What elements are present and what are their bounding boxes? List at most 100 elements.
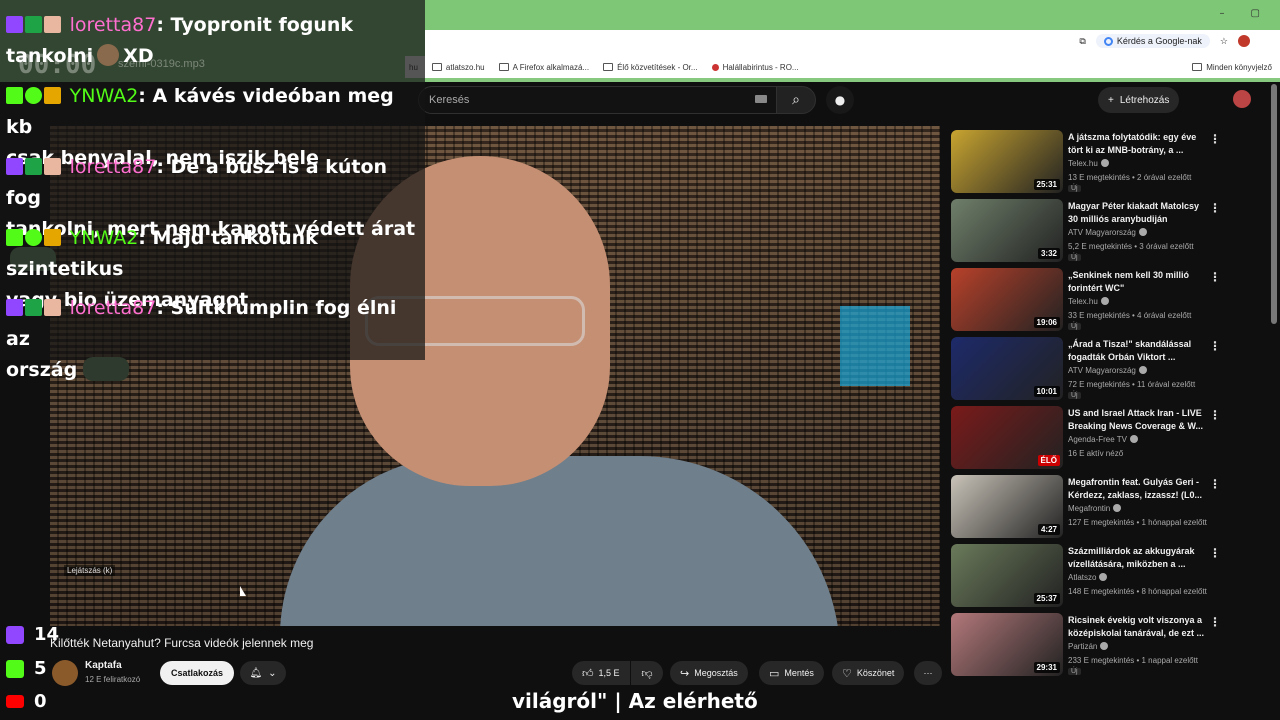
recommendation-title[interactable]: Magyar Péter kiakadt Matolcsy 30 milliós… — [1068, 200, 1208, 226]
more-options-icon[interactable]: ⋮ — [1209, 477, 1221, 491]
channel-label: Agenda-Free TV — [1068, 435, 1127, 444]
like-count: 1,5 E — [598, 668, 620, 678]
share-icon: ↪ — [680, 667, 690, 680]
person-badge-icon — [44, 158, 61, 175]
bookmark-label: Minden könyvjelző — [1206, 62, 1272, 72]
youtube-icon — [6, 695, 24, 708]
recommendation-item[interactable]: 25:31 A játszma folytatódik: egy éve tört… — [951, 130, 1269, 196]
news-ticker: világról" | Az elérhető — [512, 689, 758, 713]
thanks-button[interactable]: ♡ Köszönet — [832, 661, 905, 685]
recommendation-meta: 16 E aktív néző — [1068, 449, 1124, 458]
channel-avatar[interactable] — [52, 660, 78, 686]
more-options-icon[interactable]: ⋮ — [1209, 615, 1221, 629]
video-thumbnail[interactable]: 19:06 — [951, 268, 1063, 331]
recommendation-item[interactable]: 19:06 „Senkinek nem kell 30 millió forint… — [951, 268, 1269, 334]
subscriber-count: 12 E feliratkozó — [85, 675, 141, 684]
bookmark-item[interactable]: Halállabirintus - RO... — [711, 63, 799, 72]
person-badge-icon — [44, 299, 61, 316]
thanks-label: Köszönet — [856, 668, 895, 678]
recommendation-title[interactable]: „Árad a Tisza!" skandálással fogadták Or… — [1068, 338, 1208, 364]
more-options-icon[interactable]: ⋮ — [1209, 270, 1221, 284]
recommendation-title[interactable]: „Senkinek nem kell 30 millió forintért W… — [1068, 269, 1208, 295]
new-badge: Új — [1068, 254, 1081, 261]
join-button[interactable]: Csatlakozás — [160, 661, 235, 685]
presenter-shirt — [280, 456, 840, 626]
recommendation-title[interactable]: Megafrontin feat. Gulyás Geri - Kérdezz,… — [1068, 476, 1208, 502]
maximize-icon[interactable]: ▢ — [1251, 8, 1260, 19]
recommendation-channel[interactable]: Telex.hu — [1068, 159, 1109, 168]
bookmark-item[interactable]: A Firefox alkalmazá... — [498, 63, 589, 72]
twitch-badge-icon — [6, 16, 23, 33]
search-input[interactable]: Keresés — [418, 86, 778, 114]
recommendation-channel[interactable]: Megafrontin — [1068, 504, 1122, 513]
new-badge: Új — [1068, 185, 1081, 192]
recommendation-title[interactable]: US and Israel Attack Iran - LIVE Breakin… — [1068, 407, 1208, 433]
bookmark-item[interactable]: atlatszo.hu — [431, 63, 485, 72]
dislike-button[interactable]: 👎︎ — [631, 661, 663, 685]
recommendation-channel[interactable]: Telex.hu — [1068, 297, 1109, 306]
recommendation-item[interactable]: 3:32 Magyar Péter kiakadt Matolcsy 30 mil… — [951, 199, 1269, 265]
channel-name[interactable]: Kaptafa — [85, 660, 122, 671]
recommendation-item[interactable]: ÉLŐ US and Israel Attack Iran - LIVE Brea… — [951, 406, 1269, 472]
video-thumbnail[interactable]: 4:27 — [951, 475, 1063, 538]
page-scrollbar[interactable] — [1271, 84, 1277, 324]
recommendation-channel[interactable]: Agenda-Free TV — [1068, 435, 1138, 444]
search-button[interactable]: ⌕ — [776, 86, 816, 114]
profile-avatar[interactable] — [1238, 35, 1250, 47]
like-button[interactable]: 👍︎ 1,5 E — [572, 661, 630, 685]
recommendation-title[interactable]: Százmilliárdok az akkugyárak vízellátásá… — [1068, 545, 1208, 571]
recommendation-channel[interactable]: ATV Magyarország — [1068, 366, 1147, 375]
share-button[interactable]: ↪ Megosztás — [670, 661, 748, 685]
bookmark-icon: ▭ — [769, 667, 780, 680]
duration-badge: 4:27 — [1037, 524, 1060, 535]
recommendation-title[interactable]: A játszma folytatódik: egy éve tört ki a… — [1068, 131, 1208, 157]
recommendation-item[interactable]: 25:37 Százmilliárdok az akkugyárak vízell… — [951, 544, 1269, 610]
recommendation-channel[interactable]: Atlatszo — [1068, 573, 1108, 582]
all-bookmarks[interactable]: Minden könyvjelző — [1192, 63, 1272, 72]
account-avatar[interactable] — [1233, 90, 1251, 108]
bookmark-item[interactable]: Élő közvetítések - Or... — [603, 63, 698, 72]
more-actions-button[interactable]: ··· — [914, 661, 942, 685]
video-thumbnail[interactable]: 29:31 — [951, 613, 1063, 676]
cast-icon[interactable]: ⧉ — [1079, 36, 1085, 47]
recommendation-meta: 127 E megtekintés • 1 hónappal ezelőtt — [1068, 518, 1207, 527]
recommendation-channel[interactable]: Partizán — [1068, 642, 1109, 651]
kick-count: 5 — [34, 658, 47, 679]
check-badge-icon — [25, 16, 42, 33]
check-badge-icon — [25, 158, 42, 175]
google-ask-chip[interactable]: Kérdés a Google-nak — [1095, 34, 1210, 48]
save-button[interactable]: ▭ Mentés — [759, 661, 824, 685]
chat-text-suffix: XD — [123, 45, 154, 67]
recommendation-item[interactable]: 29:31 Ricsinek évekig volt viszonya a köz… — [951, 613, 1269, 679]
video-thumbnail[interactable]: 25:31 — [951, 130, 1063, 193]
minimize-icon[interactable]: – — [1220, 8, 1225, 19]
more-options-icon[interactable]: ⋮ — [1209, 132, 1221, 146]
more-options-icon[interactable]: ⋮ — [1209, 201, 1221, 215]
duration-badge: 10:01 — [1033, 386, 1060, 397]
video-thumbnail[interactable]: 3:32 — [951, 199, 1063, 262]
twitch-badge-icon — [6, 158, 23, 175]
video-thumbnail[interactable]: 25:37 — [951, 544, 1063, 607]
voice-search-button[interactable]: ● — [826, 86, 854, 114]
kick-viewer-count: 5 — [6, 658, 47, 679]
channel-label: Atlatszo — [1068, 573, 1097, 582]
recommendation-meta: 33 E megtekintés • 4 órával ezelőtt — [1068, 311, 1192, 320]
video-thumbnail[interactable]: ÉLŐ — [951, 406, 1063, 469]
more-options-icon[interactable]: ⋮ — [1209, 408, 1221, 422]
recommendation-item[interactable]: 10:01 „Árad a Tisza!" skandálással fogadt… — [951, 337, 1269, 403]
chat-text-line2: tankolni — [6, 45, 94, 67]
recommendation-meta: 72 E megtekintés • 11 órával ezelőtt — [1068, 380, 1196, 389]
recommendation-channel[interactable]: ATV Magyarország — [1068, 228, 1147, 237]
video-thumbnail[interactable]: 10:01 — [951, 337, 1063, 400]
keyboard-icon[interactable] — [755, 95, 767, 103]
create-button[interactable]: + Létrehozás — [1098, 87, 1180, 113]
recommendation-item[interactable]: 4:27 Megafrontin feat. Gulyás Geri - Kérd… — [951, 475, 1269, 541]
more-options-icon[interactable]: ⋮ — [1209, 339, 1221, 353]
notifications-button[interactable]: 🔔︎ ⌄ — [240, 661, 286, 685]
channel-label: Partizán — [1068, 642, 1098, 651]
more-options-icon[interactable]: ⋮ — [1209, 546, 1221, 560]
star-icon[interactable]: ☆ — [1220, 36, 1228, 47]
verified-icon — [1100, 297, 1109, 305]
recommendation-title[interactable]: Ricsinek évekig volt viszonya a középisk… — [1068, 614, 1208, 640]
verified-icon — [1099, 573, 1108, 581]
